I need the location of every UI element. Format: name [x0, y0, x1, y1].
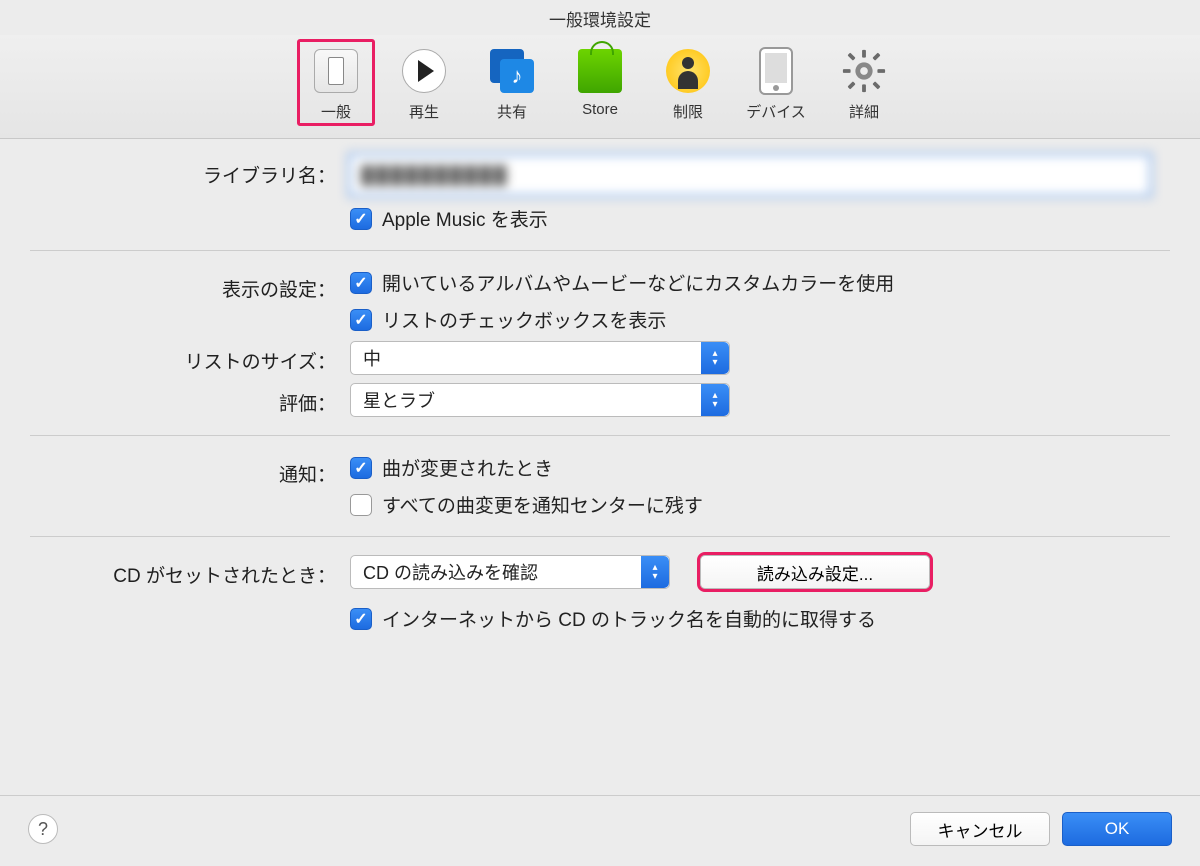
display-settings-label: 表示の設定：: [30, 269, 350, 302]
chevron-updown-icon: [701, 384, 729, 416]
cd-action-select[interactable]: CD の読み込みを確認: [350, 555, 670, 589]
rating-value: 星とラブ: [363, 387, 701, 413]
cd-insert-label: CD がセットされたとき：: [30, 555, 350, 588]
library-name-input[interactable]: [350, 155, 1150, 195]
list-checkboxes-checkbox[interactable]: [350, 309, 372, 331]
toolbar-label: 制限: [673, 101, 703, 122]
toolbar-tab-sharing[interactable]: ♪♪ 共有: [473, 39, 551, 126]
toolbar-tab-general[interactable]: 一般: [297, 39, 375, 126]
import-settings-label: 読み込み設定...: [757, 560, 873, 585]
gear-icon: [841, 48, 887, 94]
rating-select[interactable]: 星とラブ: [350, 383, 730, 417]
library-name-label: ライブラリ名：: [30, 155, 350, 188]
store-icon: [578, 49, 622, 93]
footer: ? キャンセル OK: [0, 795, 1200, 866]
toolbar-label: 再生: [409, 101, 439, 122]
import-settings-button[interactable]: 読み込み設定...: [700, 555, 930, 589]
notifications-label: 通知：: [30, 454, 350, 487]
song-change-label: 曲が変更されたとき: [382, 454, 553, 481]
show-apple-music-label: Apple Music を表示: [382, 205, 548, 232]
divider: [30, 536, 1170, 537]
general-icon: [314, 49, 358, 93]
custom-colors-checkbox[interactable]: [350, 272, 372, 294]
list-size-select[interactable]: 中: [350, 341, 730, 375]
toolbar-tab-playback[interactable]: 再生: [385, 39, 463, 126]
cancel-label: キャンセル: [938, 817, 1023, 842]
divider: [30, 435, 1170, 436]
song-change-checkbox[interactable]: [350, 457, 372, 479]
toolbar-label: Store: [582, 101, 618, 118]
cancel-button[interactable]: キャンセル: [910, 812, 1050, 846]
toolbar-tab-devices[interactable]: デバイス: [737, 39, 815, 126]
cd-action-value: CD の読み込みを確認: [363, 559, 641, 585]
rating-label: 評価：: [30, 383, 350, 416]
ok-label: OK: [1105, 819, 1130, 839]
list-size-label: リストのサイズ：: [30, 341, 350, 374]
share-icon: ♪♪: [490, 49, 534, 93]
help-button[interactable]: ?: [28, 814, 58, 844]
keep-all-notifications-checkbox[interactable]: [350, 494, 372, 516]
device-icon: [759, 47, 793, 95]
help-icon: ?: [38, 819, 48, 840]
show-apple-music-checkbox[interactable]: [350, 208, 372, 230]
auto-track-names-checkbox[interactable]: [350, 608, 372, 630]
toolbar-tab-restrictions[interactable]: 制限: [649, 39, 727, 126]
list-checkboxes-label: リストのチェックボックスを表示: [382, 306, 666, 333]
toolbar-label: 詳細: [849, 101, 879, 122]
toolbar-tab-advanced[interactable]: 詳細: [825, 39, 903, 126]
content-area: ライブラリ名： Apple Music を表示 表示の設定： 開いているアルバム…: [0, 139, 1200, 795]
toolbar-tab-store[interactable]: Store: [561, 39, 639, 126]
keep-all-notifications-label: すべての曲変更を通知センターに残す: [382, 491, 703, 518]
ok-button[interactable]: OK: [1062, 812, 1172, 846]
divider: [30, 250, 1170, 251]
auto-track-names-label: インターネットから CD のトラック名を自動的に取得する: [382, 605, 876, 632]
chevron-updown-icon: [641, 556, 669, 588]
preferences-window: 一般環境設定 一般 再生 ♪♪ 共有 Store 制限 デバイス: [0, 0, 1200, 866]
restrictions-icon: [666, 49, 710, 93]
custom-colors-label: 開いているアルバムやムービーなどにカスタムカラーを使用: [382, 269, 894, 296]
list-size-value: 中: [363, 345, 701, 371]
toolbar-label: 共有: [497, 101, 527, 122]
chevron-updown-icon: [701, 342, 729, 374]
window-title: 一般環境設定: [0, 0, 1200, 35]
play-icon: [402, 49, 446, 93]
toolbar: 一般 再生 ♪♪ 共有 Store 制限 デバイス 詳: [0, 35, 1200, 139]
toolbar-label: 一般: [321, 101, 351, 122]
toolbar-label: デバイス: [746, 101, 806, 122]
